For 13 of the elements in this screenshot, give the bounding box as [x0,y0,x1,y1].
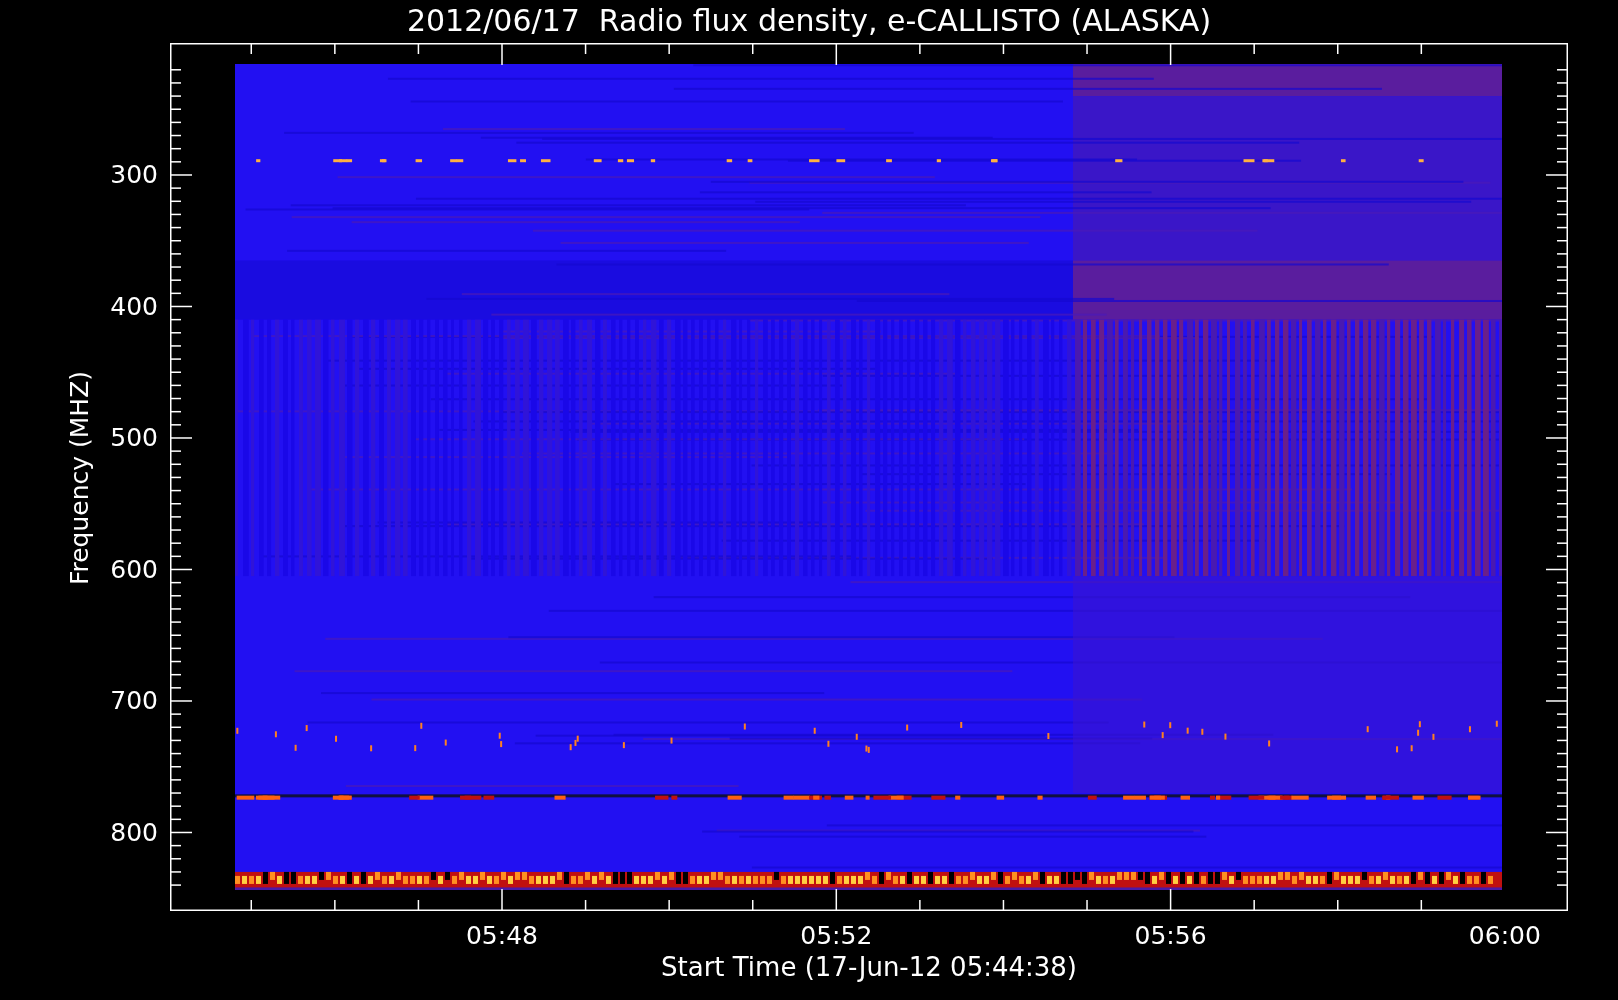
y-tick-label: 500 [110,423,158,453]
y-axis-label: Frequency (MHZ) [65,370,95,586]
y-tick-label: 600 [110,554,158,585]
y-tick-label: 300 [110,160,158,190]
x-tick-label: 05:56 [1133,921,1208,951]
x-tick-label: 06:00 [1467,921,1542,951]
x-tick-label: 05:52 [799,921,874,951]
x-tick-label: 05:48 [464,921,539,951]
y-tick-label: 700 [110,686,158,716]
y-tick-label: 400 [110,291,158,322]
chart-title: 2012/06/17 Radio flux density, e-CALLISTO (ALASKA) [406,2,1212,40]
x-axis-label: Start Time (17-Jun-12 05:44:38) [660,951,1078,983]
y-tick-label: 800 [110,817,158,848]
